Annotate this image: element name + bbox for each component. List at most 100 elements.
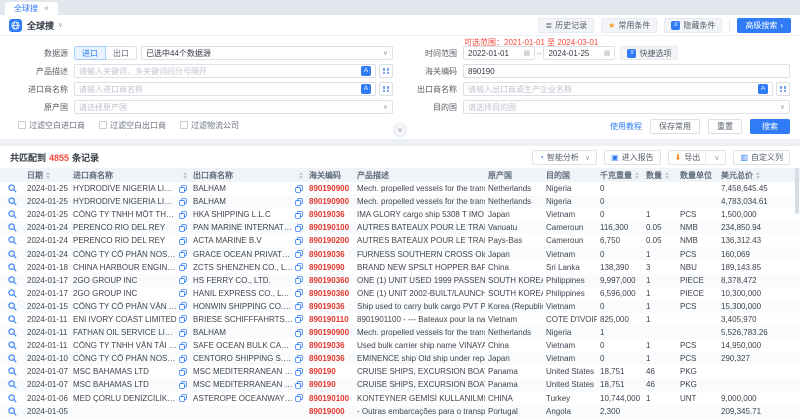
copy-icon[interactable] — [179, 237, 187, 245]
col-header-usd[interactable]: 美元总价 — [718, 170, 790, 181]
cell-importer[interactable]: CÔNG TY TNHH MỘT THÀNH VIÊN ĐÓNG TÀ — [73, 210, 177, 219]
custom-columns-button[interactable]: ▥ 自定义列 — [733, 150, 790, 165]
row-search-icon[interactable] — [8, 263, 17, 272]
translate-icon[interactable]: A — [361, 66, 371, 76]
chevron-down-icon[interactable]: ∨ — [714, 154, 719, 162]
copy-icon[interactable] — [295, 355, 303, 363]
cell-importer[interactable]: CÔNG TY CỔ PHẦN NOSCO SHIPYARD — [73, 354, 177, 363]
copy-icon[interactable] — [295, 276, 303, 284]
table-row[interactable]: 2024-01-24 PERENCO RIO DEL REY PAN MARIN… — [0, 221, 800, 234]
table-row[interactable]: 2024-01-25 CÔNG TY TNHH MỘT THÀNH VIÊN Đ… — [0, 208, 800, 221]
row-search-icon[interactable] — [8, 367, 17, 376]
copy-icon[interactable] — [295, 250, 303, 258]
cell-exporter[interactable]: BALHAM — [193, 197, 293, 206]
table-row[interactable]: 2024-01-17 2GO GROUP INC HS FERRY CO., L… — [0, 274, 800, 287]
cell-exporter[interactable]: BALHAM — [193, 184, 293, 193]
copy-icon[interactable] — [295, 263, 303, 271]
row-search-icon[interactable] — [8, 328, 17, 337]
row-search-icon[interactable] — [8, 197, 17, 206]
close-icon[interactable]: × — [44, 4, 49, 13]
cell-exporter[interactable]: BRIESE SCHIFFFAHRTS GMBH & CO — [193, 315, 293, 324]
copy-icon[interactable] — [179, 224, 187, 232]
table-row[interactable]: 2024-01-05 89019000 - Outras embarcações… — [0, 405, 800, 418]
cell-exporter[interactable]: HKA SHIPPING L.L.C — [193, 210, 293, 219]
table-row[interactable]: 2024-01-07 MSC BAHAMAS LTD MSC MEDITERRA… — [0, 365, 800, 378]
copy-icon[interactable] — [295, 198, 303, 206]
copy-icon[interactable] — [295, 342, 303, 350]
cell-exporter[interactable]: ACTA MARINE B.V — [193, 236, 293, 245]
copy-icon[interactable] — [295, 185, 303, 193]
enter-report-button[interactable]: ▣ 进入报告 — [604, 150, 661, 165]
copy-icon[interactable] — [179, 250, 187, 258]
row-search-icon[interactable] — [8, 315, 17, 324]
copy-icon[interactable] — [179, 211, 187, 219]
table-row[interactable]: 2024-01-17 2GO GROUP INC HANIL EXPRESS C… — [0, 287, 800, 300]
cell-hs-code[interactable]: 890190100 — [306, 223, 354, 232]
smart-analysis-button[interactable]: ◔ 智能分析 ∨ — [532, 150, 597, 165]
cell-exporter[interactable]: SAFE OCEAN BULK CARRIER PTE LTD — [193, 341, 293, 350]
sort-icon[interactable] — [183, 172, 187, 179]
table-row[interactable]: 2024-01-10 CÔNG TY CỔ PHẦN NOSCO SHIPYAR… — [0, 352, 800, 365]
cell-hs-code[interactable]: 89019036 — [306, 354, 354, 363]
row-search-icon[interactable] — [8, 380, 17, 389]
cell-importer[interactable]: HYDRODIVE NIGERIA LIMITED — [73, 184, 177, 193]
cell-exporter[interactable]: BALHAM — [193, 328, 293, 337]
copy-icon[interactable] — [179, 289, 187, 297]
common-conditions-button[interactable]: ★ 常用条件 — [601, 18, 657, 33]
table-row[interactable]: 2024-01-15 CÔNG TY CỔ PHẦN VẬN TẢI VÀ TI… — [0, 300, 800, 313]
cell-hs-code[interactable]: 89019036 — [306, 341, 354, 350]
collapse-panel-button[interactable]: ∨ — [393, 123, 407, 137]
table-row[interactable]: 2024-01-11 FATHAN OIL SERVICE LIMITED BA… — [0, 326, 800, 339]
cell-hs-code[interactable]: 890190100 — [306, 394, 354, 403]
cell-hs-code[interactable]: 890190360 — [306, 276, 354, 285]
row-search-icon[interactable] — [8, 407, 17, 416]
col-header-exporter[interactable]: 出口商名称 — [190, 170, 306, 181]
cell-hs-code[interactable]: 890190 — [306, 380, 354, 389]
table-row[interactable]: 2024-01-25 HYDRODIVE NIGERIA LIMITED BAL… — [0, 182, 800, 195]
cell-importer[interactable]: PERENCO RIO DEL REY — [73, 223, 177, 232]
reset-button[interactable]: 重置 — [708, 119, 742, 134]
copy-icon[interactable] — [295, 394, 303, 402]
save-common-button[interactable]: 保存常用 — [650, 119, 700, 134]
cell-exporter[interactable]: CENTORO SHIPPING S.A. C/O DAIICHI CHU — [193, 354, 293, 363]
cell-hs-code[interactable]: 890190110 — [306, 315, 354, 324]
cell-exporter[interactable]: ZCTS SHENZHEN CO., LTD — [193, 263, 293, 272]
copy-icon[interactable] — [295, 211, 303, 219]
col-header-date[interactable]: 日期 — [24, 170, 70, 181]
export-button[interactable]: ⬇ 导出 ∨ — [668, 150, 727, 165]
cell-importer[interactable]: CHINA HARBOUR ENGINEERING CO LTD — [73, 263, 177, 272]
cell-hs-code[interactable]: 890190900 — [306, 328, 354, 337]
cell-importer[interactable]: 2GO GROUP INC — [73, 276, 177, 285]
copy-icon[interactable] — [179, 198, 187, 206]
cell-exporter[interactable]: GRACE OCEAN PRIVATE LIMITED — [193, 250, 293, 259]
product-input[interactable] — [79, 67, 358, 76]
cell-importer[interactable]: HYDRODIVE NIGERIA LIMITED — [73, 197, 177, 206]
copy-icon[interactable] — [295, 289, 303, 297]
cell-importer[interactable]: ENI IVORY COAST LIMITED — [73, 315, 177, 324]
row-search-icon[interactable] — [8, 223, 17, 232]
batch-input-icon[interactable] — [776, 82, 790, 96]
cell-importer[interactable]: PERENCO RIO DEL REY — [73, 236, 177, 245]
tutorial-link[interactable]: 使用教程 — [610, 121, 642, 132]
copy-icon[interactable] — [295, 302, 303, 310]
translate-icon[interactable]: A — [361, 84, 371, 94]
scrollbar[interactable] — [795, 168, 799, 214]
copy-icon[interactable] — [179, 276, 187, 284]
advanced-search-button[interactable]: 高级搜索 › — [737, 18, 791, 33]
batch-input-icon[interactable] — [379, 64, 393, 78]
cell-exporter[interactable]: MSC MEDITERRANEAN SHIPPING CO. (PAN — [193, 380, 293, 389]
quick-options-button[interactable]: ≡ 快捷选项 — [620, 46, 678, 60]
copy-icon[interactable] — [179, 329, 187, 337]
cell-hs-code[interactable]: 89019036 — [306, 302, 354, 311]
copy-icon[interactable] — [179, 355, 187, 363]
hide-conditions-button[interactable]: ≡ 隐藏条件 — [664, 18, 722, 33]
cell-hs-code[interactable]: 89019036 — [306, 210, 354, 219]
row-search-icon[interactable] — [8, 394, 17, 403]
cell-importer[interactable]: FATHAN OIL SERVICE LIMITED — [73, 328, 177, 337]
cell-hs-code[interactable]: 89019000 — [306, 407, 354, 416]
row-search-icon[interactable] — [8, 341, 17, 350]
sort-icon[interactable] — [46, 172, 50, 179]
start-date[interactable] — [468, 49, 521, 58]
search-button[interactable]: 搜索 — [750, 119, 790, 134]
history-button[interactable]: ≣ 历史记录 — [538, 18, 594, 33]
